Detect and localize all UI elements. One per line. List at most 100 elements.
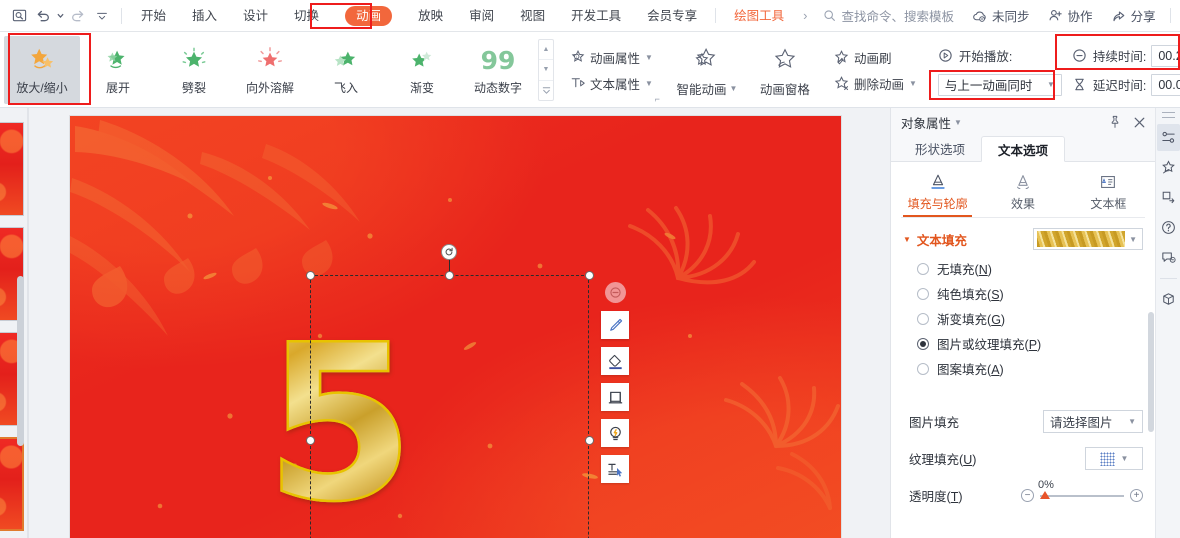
close-icon[interactable] bbox=[1132, 115, 1147, 130]
resize-handle-top-right[interactable] bbox=[585, 271, 594, 280]
slide-surface[interactable]: 5 bbox=[70, 116, 841, 538]
undo-icon[interactable] bbox=[32, 5, 54, 27]
tab-transition[interactable]: 切换 bbox=[281, 0, 332, 32]
animation-gallery-scroll[interactable]: ▲ ▼ bbox=[538, 39, 554, 101]
tab-shape-options[interactable]: 形状选项 bbox=[899, 136, 981, 161]
effect-expand-button[interactable]: 展开 bbox=[80, 36, 156, 104]
tab-view[interactable]: 视图 bbox=[507, 0, 558, 32]
dynamic-number-icon: 99 bbox=[480, 45, 516, 75]
tab-text-options[interactable]: 文本选项 bbox=[981, 136, 1066, 162]
tab-start[interactable]: 开始 bbox=[128, 0, 179, 32]
tab-slideshow[interactable]: 放映 bbox=[405, 0, 456, 32]
smart-animation-button[interactable]: 智能动画 ▼ bbox=[668, 36, 746, 104]
subtab-effects[interactable]: 效果 bbox=[980, 168, 1065, 217]
text-select-icon[interactable] bbox=[601, 455, 629, 483]
effect-fly-in-label: 飞入 bbox=[333, 81, 358, 95]
tab-member[interactable]: 会员专享 bbox=[634, 0, 710, 32]
rotate-handle[interactable] bbox=[441, 244, 457, 260]
mini-toolbar-collapse-icon[interactable] bbox=[604, 282, 626, 303]
animation-brush-label: 动画刷 bbox=[853, 51, 892, 66]
start-play-select[interactable]: 与上一动画同时 ▼ bbox=[937, 73, 1062, 96]
radio-picture-or-texture-fill[interactable]: 图片或纹理填充(P) bbox=[891, 331, 1155, 356]
tab-developer[interactable]: 开发工具 bbox=[558, 0, 634, 32]
picture-fill-select[interactable]: 请选择图片 ▼ bbox=[1043, 410, 1143, 433]
transparency-track[interactable]: 0% bbox=[1038, 479, 1124, 499]
effect-dissolve-out-button[interactable]: 向外溶解 bbox=[232, 36, 308, 104]
transparency-row: 透明度(T) − 0% + bbox=[891, 477, 1155, 512]
list-item[interactable] bbox=[0, 437, 24, 531]
transparency-increase-icon[interactable]: + bbox=[1130, 489, 1143, 502]
panel-scrollbar[interactable] bbox=[1148, 312, 1154, 432]
animation-brush-icon bbox=[833, 49, 850, 66]
selection-pane-icon[interactable] bbox=[1157, 184, 1180, 211]
subtab-textbox[interactable]: 文本框 bbox=[1066, 168, 1151, 217]
radio-gradient-fill-label: 渐变填充(G) bbox=[937, 313, 1006, 327]
resize-handle-top-left[interactable] bbox=[306, 271, 315, 280]
subtab-textbox-label: 文本框 bbox=[1090, 197, 1127, 211]
redo-icon[interactable] bbox=[67, 5, 89, 27]
effect-split-button[interactable]: 劈裂 bbox=[156, 36, 232, 104]
animation-brush-button[interactable]: 动画刷 bbox=[827, 44, 923, 70]
radio-gradient-fill[interactable]: 渐变填充(G) bbox=[891, 306, 1155, 331]
text-fill-section-header[interactable]: ▼ 文本填充 ▼ bbox=[891, 218, 1155, 256]
animation-properties-button[interactable]: i 动画属性 ▼ bbox=[563, 44, 659, 70]
undo-dropdown-icon[interactable] bbox=[56, 5, 65, 27]
tab-design[interactable]: 设计 bbox=[230, 0, 281, 32]
tab-drawing-tools[interactable]: 绘图工具 bbox=[721, 0, 797, 32]
duration-input[interactable]: 00.25 bbox=[1151, 44, 1180, 67]
crop-icon[interactable] bbox=[601, 383, 629, 411]
animation-pane-button[interactable]: 动画窗格 bbox=[746, 36, 824, 104]
pin-icon[interactable] bbox=[1107, 115, 1122, 130]
tab-animation[interactable]: 动画 bbox=[332, 0, 405, 32]
transparency-decrease-icon[interactable]: − bbox=[1021, 489, 1034, 502]
effect-dynamic-number-button[interactable]: 99 动态数字 bbox=[460, 36, 536, 104]
resize-handle-top-center[interactable] bbox=[445, 271, 454, 280]
collaborate-button[interactable]: 协作 bbox=[1040, 4, 1101, 28]
sync-status-button[interactable]: 未同步 bbox=[964, 4, 1038, 28]
chevron-down-icon[interactable]: ▼ bbox=[954, 118, 962, 127]
transparency-thumb[interactable] bbox=[1040, 490, 1050, 499]
gallery-scroll-down-icon[interactable]: ▼ bbox=[539, 59, 553, 79]
fill-color-icon[interactable] bbox=[601, 347, 629, 375]
resize-handle-middle-right[interactable] bbox=[585, 436, 594, 445]
slide-thumbnail-pane[interactable] bbox=[0, 108, 28, 538]
transparency-slider[interactable]: − 0% + bbox=[1021, 479, 1143, 502]
gallery-expand-icon[interactable] bbox=[539, 79, 553, 100]
feedback-icon[interactable] bbox=[1157, 244, 1180, 271]
tab-insert[interactable]: 插入 bbox=[179, 0, 230, 32]
assets-icon[interactable] bbox=[1157, 286, 1180, 313]
delete-animation-button[interactable]: 删除动画 ▼ bbox=[827, 70, 923, 96]
format-object-icon[interactable] bbox=[1156, 124, 1180, 151]
subtab-fill-and-outline[interactable]: 填充与轮廓 bbox=[895, 168, 980, 217]
slide-canvas-area[interactable]: 5 bbox=[29, 108, 890, 538]
tab-review[interactable]: 审阅 bbox=[456, 0, 507, 32]
delay-input[interactable]: 00.00 bbox=[1151, 73, 1180, 96]
animation-dialog-launcher[interactable]: ⌐ bbox=[655, 94, 660, 104]
customize-qat-icon[interactable] bbox=[91, 5, 113, 27]
print-preview-icon[interactable] bbox=[8, 5, 30, 27]
texture-fill-select[interactable]: ▼ bbox=[1085, 447, 1143, 470]
effect-fly-in-button[interactable]: 飞入 bbox=[308, 36, 384, 104]
radio-pattern-fill[interactable]: 图案填充(A) bbox=[891, 356, 1155, 381]
tabs-overflow-icon[interactable]: › bbox=[797, 8, 813, 23]
resize-handle-middle-left[interactable] bbox=[306, 436, 315, 445]
more-options-icon[interactable]: ⋮ bbox=[1177, 4, 1180, 28]
radio-no-fill[interactable]: 无填充(N) bbox=[891, 256, 1155, 281]
list-item[interactable] bbox=[0, 122, 24, 216]
effect-fade-button[interactable]: 渐变 bbox=[384, 36, 460, 104]
transparency-value: 0% bbox=[1038, 478, 1054, 491]
share-button[interactable]: 分享 bbox=[1103, 4, 1164, 28]
text-fill-section-title: 文本填充 bbox=[916, 233, 967, 248]
thumbnail-scrollbar[interactable] bbox=[17, 276, 24, 446]
effect-zoom-button[interactable]: 放大/缩小 bbox=[4, 36, 80, 104]
gallery-scroll-up-icon[interactable]: ▲ bbox=[539, 40, 553, 59]
text-properties-button[interactable]: 文本属性 ▼ bbox=[563, 70, 659, 96]
help-icon[interactable] bbox=[1157, 214, 1180, 241]
smart-idea-icon[interactable] bbox=[601, 419, 629, 447]
animation-icon[interactable] bbox=[1157, 154, 1180, 181]
format-brush-icon[interactable] bbox=[601, 311, 629, 339]
text-fill-swatch-button[interactable]: ▼ bbox=[1033, 228, 1143, 250]
search-command-input[interactable]: 查找命令、搜索模板 bbox=[814, 4, 963, 28]
radio-solid-fill[interactable]: 纯色填充(S) bbox=[891, 281, 1155, 306]
animation-props-stack: i 动画属性 ▼ 文本属性 ▼ bbox=[560, 32, 662, 108]
